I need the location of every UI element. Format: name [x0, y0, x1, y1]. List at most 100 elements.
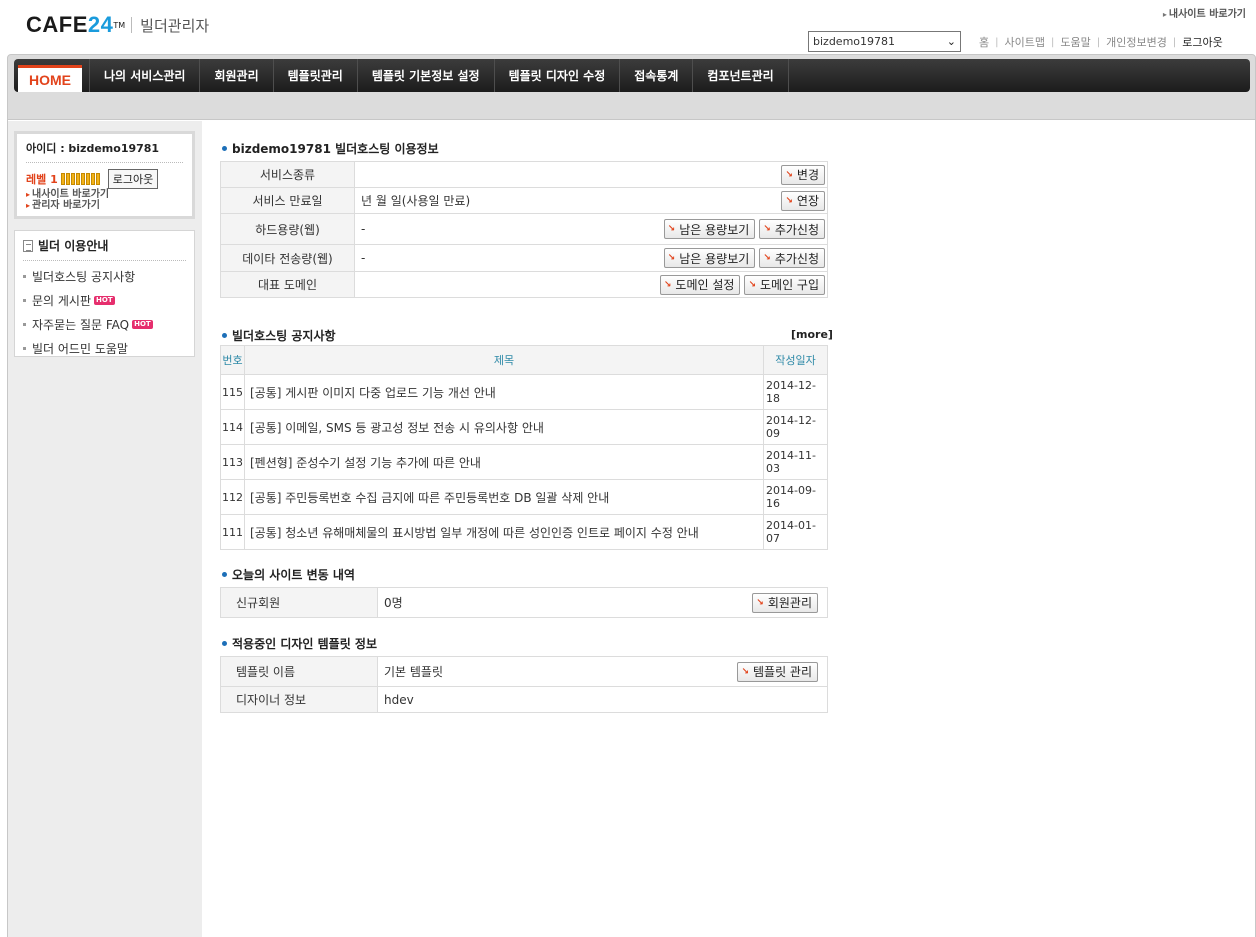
- row-value: - ↘ 남은 용량보기 ↘ 추가신청: [354, 213, 828, 245]
- nav-template[interactable]: 템플릿관리: [274, 59, 358, 92]
- arrow-icon: ↘: [748, 279, 756, 290]
- change-service-button[interactable]: ↘ 변경: [781, 164, 825, 185]
- bullet-icon: [222, 572, 227, 577]
- domain-settings-button[interactable]: ↘ 도메인 설정: [659, 274, 741, 295]
- site-select[interactable]: bizdemo19781 ⌄: [808, 31, 961, 52]
- nav-stats[interactable]: 접속통계: [620, 59, 694, 92]
- arrow-icon: ↘: [667, 253, 676, 263]
- site-select-value: bizdemo19781: [813, 35, 896, 48]
- notice-no: 111: [220, 514, 245, 550]
- cafe24-logo[interactable]: CAFE24 TM 빌더관리자: [26, 12, 209, 38]
- notice-subject[interactable]: [공통] 게시판 이미지 다중 업로드 기능 개선 안내: [244, 374, 764, 410]
- guide-item-help[interactable]: 빌더 어드민 도움말: [23, 340, 186, 357]
- logo-subtitle: 빌더관리자: [140, 16, 210, 35]
- guide-item-notice[interactable]: 빌더호스팅 공지사항: [23, 268, 186, 285]
- level-bars-icon: [60, 173, 100, 185]
- notice-subject[interactable]: [공통] 이메일, SMS 등 광고성 정보 전송 시 유의사항 안내: [244, 409, 764, 445]
- row-label: 템플릿 이름: [220, 656, 378, 687]
- row-label: 신규회원: [220, 587, 378, 618]
- logout-link[interactable]: 로그아웃: [1182, 34, 1222, 50]
- table-row[interactable]: 114 [공통] 이메일, SMS 등 광고성 정보 전송 시 유의사항 안내 …: [220, 409, 828, 445]
- chevron-down-icon: ⌄: [946, 35, 956, 48]
- home-link[interactable]: 홈: [979, 34, 989, 50]
- guide-item-faq[interactable]: 자주묻는 질문 FAQ HOT: [23, 316, 186, 333]
- bullet-icon: [222, 146, 227, 151]
- divider: |: [1172, 36, 1177, 48]
- arrow-icon: ↘: [785, 195, 793, 206]
- row-label: 하드용량(웹): [220, 213, 355, 245]
- arrow-icon: ↘: [785, 169, 793, 180]
- nav-home-tab[interactable]: HOME: [18, 64, 82, 92]
- nav-template-basic[interactable]: 템플릿 기본정보 설정: [358, 59, 495, 92]
- sidebar-admin-link[interactable]: 관리자 바로가기: [26, 200, 183, 211]
- row-value: 0명 ↘ 회원관리: [377, 587, 828, 618]
- profile-edit-link[interactable]: 개인정보변경: [1106, 34, 1167, 50]
- usage-section-title: bizdemo19781 빌더호스팅 이용정보: [222, 140, 439, 157]
- table-header-row: 번호 제목 작성일자: [220, 345, 828, 375]
- today-table: 신규회원 0명 ↘ 회원관리: [220, 587, 828, 618]
- notice-subject[interactable]: [펜션형] 준성수기 설정 기능 추가에 따른 안내: [244, 444, 764, 480]
- sidebar-logout-button[interactable]: 로그아웃: [107, 169, 159, 189]
- table-row[interactable]: 113 [펜션형] 준성수기 설정 기능 추가에 따른 안내 2014-11-0…: [220, 444, 828, 480]
- user-info-box: 아이디 : bizdemo19781 레벨 1 로그아웃 내사이트 바로가기 관…: [14, 131, 195, 219]
- nav-component[interactable]: 컴포넌트관리: [693, 59, 789, 92]
- view-disk-remaining-button[interactable]: ↘ 남은 용량보기: [663, 219, 756, 239]
- bullet-icon: [23, 299, 26, 302]
- top-links: 홈 | 사이트맵 | 도움말 | 개인정보변경 | 로그아웃: [979, 34, 1223, 50]
- row-label: 대표 도메인: [220, 271, 355, 298]
- buy-domain-button[interactable]: ↘ 도메인 구입: [744, 274, 825, 295]
- builder-guide-box: 빌더 이용안내 빌더호스팅 공지사항 문의 게시판 HOT 자주묻는 질문 FAQ…: [14, 230, 195, 357]
- bullet-icon: [222, 641, 227, 646]
- notice-more-link[interactable]: [more]: [791, 328, 833, 341]
- table-row: 데이타 전송량(웹) - ↘ 남은 용량보기 ↘ 추가신청: [220, 244, 828, 272]
- divider: |: [1050, 36, 1055, 48]
- divider: |: [995, 36, 999, 48]
- hot-badge: HOT: [132, 320, 153, 329]
- sidebar-my-site-link[interactable]: 내사이트 바로가기: [26, 189, 183, 200]
- guide-item-qna[interactable]: 문의 게시판 HOT: [23, 292, 186, 309]
- table-row: 템플릿 이름 기본 템플릿 ↘ 템플릿 관리: [220, 656, 828, 687]
- nav-my-service[interactable]: 나의 서비스관리: [89, 59, 201, 92]
- notice-no: 115: [220, 374, 245, 410]
- request-disk-add-button[interactable]: ↘ 추가신청: [759, 219, 825, 239]
- level-row: 레벨 1 로그아웃: [26, 169, 183, 189]
- notice-subject[interactable]: [공통] 청소년 유해매체물의 표시방법 일부 개정에 따른 성인인증 인트로 …: [244, 514, 764, 550]
- notice-subject[interactable]: [공통] 주민등록번호 수집 금지에 따른 주민등록번호 DB 일괄 삭제 안내: [244, 479, 764, 515]
- table-row: 대표 도메인 ↘ 도메인 설정 ↘ 도메인 구입: [220, 271, 828, 298]
- help-link[interactable]: 도움말: [1060, 34, 1090, 50]
- table-row: 서비스종류 ↘ 변경: [220, 161, 828, 188]
- arrow-icon: ↘: [756, 597, 764, 608]
- bullet-icon: [222, 333, 227, 338]
- main-nav: HOME 나의 서비스관리 회원관리 템플릿관리 템플릿 기본정보 설정 템플릿…: [14, 59, 1250, 92]
- table-row[interactable]: 112 [공통] 주민등록번호 수집 금지에 따른 주민등록번호 DB 일괄 삭…: [220, 479, 828, 515]
- notice-date: 2014-09-16: [763, 479, 828, 515]
- table-row: 서비스 만료일 년 월 일(사용일 만료) ↘ 연장: [220, 187, 828, 214]
- row-label: 서비스 만료일: [220, 187, 355, 214]
- extend-button[interactable]: ↘ 연장: [781, 190, 825, 211]
- arrow-icon: ↘: [741, 666, 749, 677]
- logo-divider: [131, 17, 133, 33]
- col-header-date: 작성일자: [763, 345, 828, 375]
- table-row[interactable]: 115 [공통] 게시판 이미지 다중 업로드 기능 개선 안내 2014-12…: [220, 374, 828, 410]
- nav-member[interactable]: 회원관리: [200, 59, 274, 92]
- template-table: 템플릿 이름 기본 템플릿 ↘ 템플릿 관리 디자이너 정보 hdev: [220, 656, 828, 713]
- row-value: - ↘ 남은 용량보기 ↘ 추가신청: [354, 244, 828, 272]
- request-transfer-add-button[interactable]: ↘ 추가신청: [759, 248, 825, 268]
- table-row[interactable]: 111 [공통] 청소년 유해매체물의 표시방법 일부 개정에 따른 성인인증 …: [220, 514, 828, 550]
- view-transfer-remaining-button[interactable]: ↘ 남은 용량보기: [663, 248, 756, 268]
- usage-table: 서비스종류 ↘ 변경 서비스 만료일 년 월 일(사용일 만료) ↘ 연장 하드용량…: [220, 161, 828, 298]
- template-manage-button[interactable]: ↘ 템플릿 관리: [737, 661, 818, 682]
- row-label: 디자이너 정보: [220, 686, 378, 713]
- member-manage-button[interactable]: ↘ 회원관리: [752, 592, 818, 613]
- arrow-icon: ↘: [763, 224, 771, 234]
- document-icon: [23, 239, 33, 252]
- sitemap-link[interactable]: 사이트맵: [1005, 34, 1045, 50]
- row-value: 년 월 일(사용일 만료) ↘ 연장: [354, 187, 828, 214]
- row-value: ↘ 도메인 설정 ↘ 도메인 구입: [354, 271, 828, 298]
- nav-template-design[interactable]: 템플릿 디자인 수정: [495, 59, 621, 92]
- notice-no: 113: [220, 444, 245, 480]
- my-site-shortcut-link[interactable]: 내사이트 바로가기: [1163, 5, 1246, 20]
- arrow-icon: ↘: [663, 279, 672, 290]
- row-value: hdev: [377, 686, 828, 713]
- row-label: 서비스종류: [220, 161, 355, 188]
